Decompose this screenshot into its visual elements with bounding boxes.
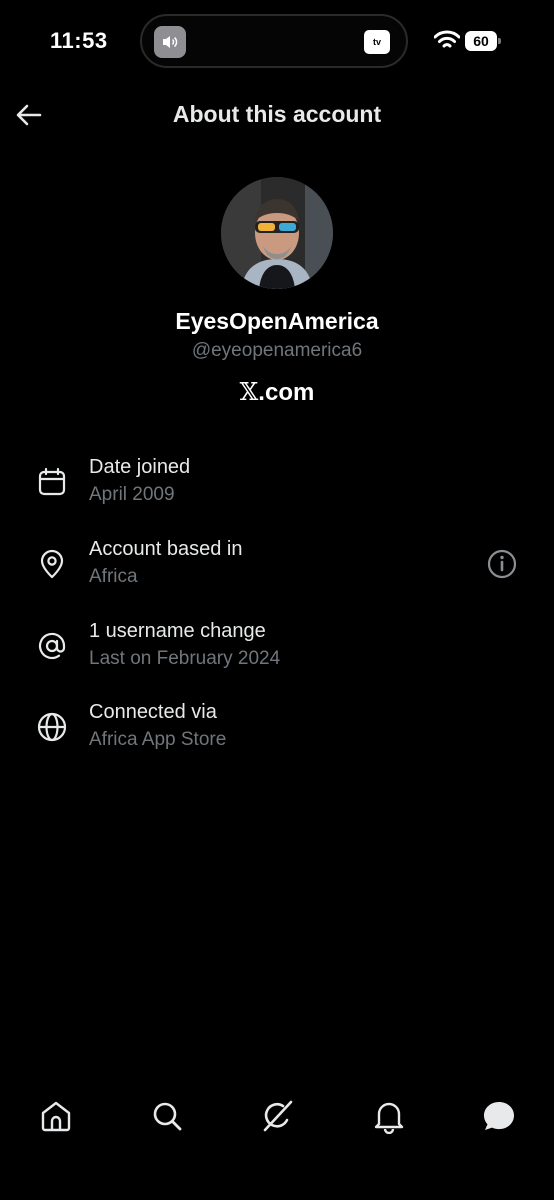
- apple-tv-icon: tv: [364, 30, 390, 54]
- notifications-icon: [374, 1102, 404, 1135]
- account-based-label: Account based in: [89, 538, 243, 560]
- info-date-joined: Date joined April 2009: [0, 456, 554, 516]
- website-label: 𝕏.com: [0, 378, 554, 407]
- date-joined-value: April 2009: [89, 484, 175, 505]
- status-time: 11:53: [50, 28, 108, 53]
- info-circle-icon: [487, 549, 517, 579]
- tab-notifications[interactable]: [371, 1098, 407, 1135]
- at-sign-icon: [38, 632, 66, 660]
- search-icon: [153, 1102, 182, 1131]
- x-logo-glyph: 𝕏: [239, 378, 259, 406]
- speaker-icon: [154, 26, 186, 58]
- tab-grok[interactable]: [259, 1098, 295, 1134]
- account-location-info-button[interactable]: [486, 548, 518, 580]
- apple-tv-badge-text: tv: [372, 37, 381, 47]
- messages-icon: [484, 1102, 514, 1130]
- status-bar: 11:53 tv 60: [0, 0, 554, 84]
- location-pin-icon: [40, 549, 64, 579]
- user-handle: @eyeopenamerica6: [191, 340, 363, 361]
- grok-icon: [263, 1100, 293, 1132]
- connected-via-value: Africa App Store: [89, 729, 227, 750]
- battery-indicator: 60: [465, 31, 501, 51]
- tab-search[interactable]: [149, 1098, 185, 1134]
- globe-icon: [37, 712, 67, 742]
- display-name: EyesOpenAmerica: [175, 308, 379, 334]
- username-change-label: 1 username change: [89, 620, 266, 642]
- wifi-icon: [434, 30, 460, 48]
- connected-via-label: Connected via: [89, 701, 217, 723]
- calendar-icon: [38, 467, 66, 496]
- website-domain: .com: [258, 379, 315, 406]
- tab-home[interactable]: [38, 1098, 74, 1134]
- page-title: About this account: [172, 101, 382, 127]
- avatar[interactable]: [221, 177, 333, 289]
- info-username-change: 1 username change Last on February 2024: [0, 620, 554, 680]
- tab-messages[interactable]: [481, 1098, 517, 1134]
- date-joined-label: Date joined: [89, 456, 191, 478]
- battery-level: 60: [473, 33, 489, 49]
- dynamic-island[interactable]: tv: [140, 14, 408, 68]
- username-change-value: Last on February 2024: [89, 648, 281, 669]
- account-based-value: Africa: [89, 566, 138, 587]
- info-connected-via: Connected via Africa App Store: [0, 701, 554, 761]
- home-icon: [41, 1101, 71, 1132]
- info-account-location: Account based in Africa: [0, 538, 554, 598]
- bottom-tab-bar: [0, 1090, 554, 1146]
